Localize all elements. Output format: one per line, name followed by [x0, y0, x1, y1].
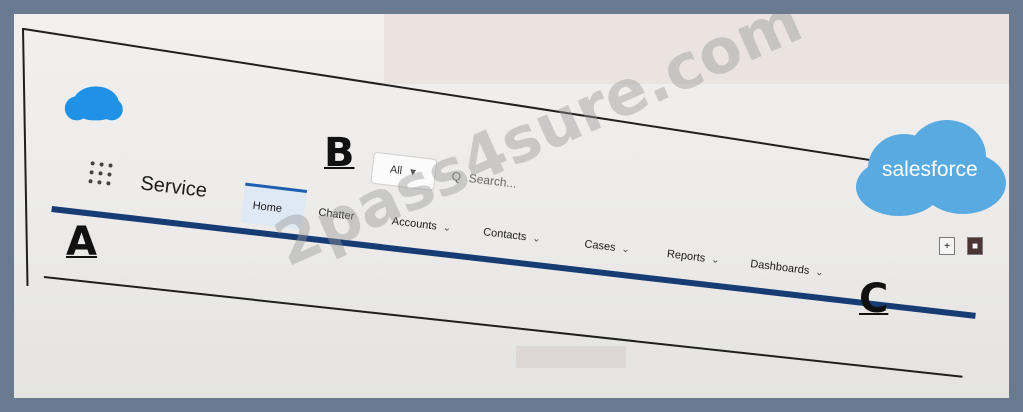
header-utility-icons: + ■ [939, 237, 983, 255]
salesforce-logo: salesforce [856, 118, 1006, 218]
chevron-down-icon[interactable]: ⌄ [621, 243, 631, 255]
chevron-down-icon[interactable]: ⌄ [711, 254, 721, 266]
tab-label-reports: Reports [666, 248, 706, 265]
chevron-down-icon[interactable]: ⌄ [442, 222, 452, 234]
app-name: Service [139, 172, 209, 203]
tab-label-dashboards: Dashboards [749, 258, 810, 277]
paper-smudge [516, 346, 626, 368]
callout-b: B [324, 130, 355, 176]
tab-label-contacts: Contacts [482, 226, 528, 244]
callout-c: C [859, 276, 889, 322]
chevron-down-icon[interactable]: ⌄ [532, 233, 542, 245]
tab-reports[interactable]: Reports ⌄ [666, 248, 720, 266]
user-avatar-icon[interactable]: ■ [967, 237, 983, 255]
frame-line-left [22, 28, 29, 286]
add-icon[interactable]: + [939, 237, 955, 255]
app-launcher-grid-icon[interactable] [88, 161, 117, 190]
tab-cases[interactable]: Cases ⌄ [584, 238, 631, 255]
salesforce-cloud-logo [72, 86, 119, 121]
tab-dashboards[interactable]: Dashboards ⌄ [750, 258, 825, 279]
callout-a: A [66, 219, 97, 265]
chevron-down-icon[interactable]: ⌄ [815, 266, 825, 278]
salesforce-logo-text: salesforce [882, 158, 978, 181]
tab-label-cases: Cases [583, 238, 617, 254]
photo-frame: Service All ▼ Q Search... Home Chatter A… [14, 14, 1009, 398]
tab-contacts[interactable]: Contacts ⌄ [483, 226, 542, 245]
